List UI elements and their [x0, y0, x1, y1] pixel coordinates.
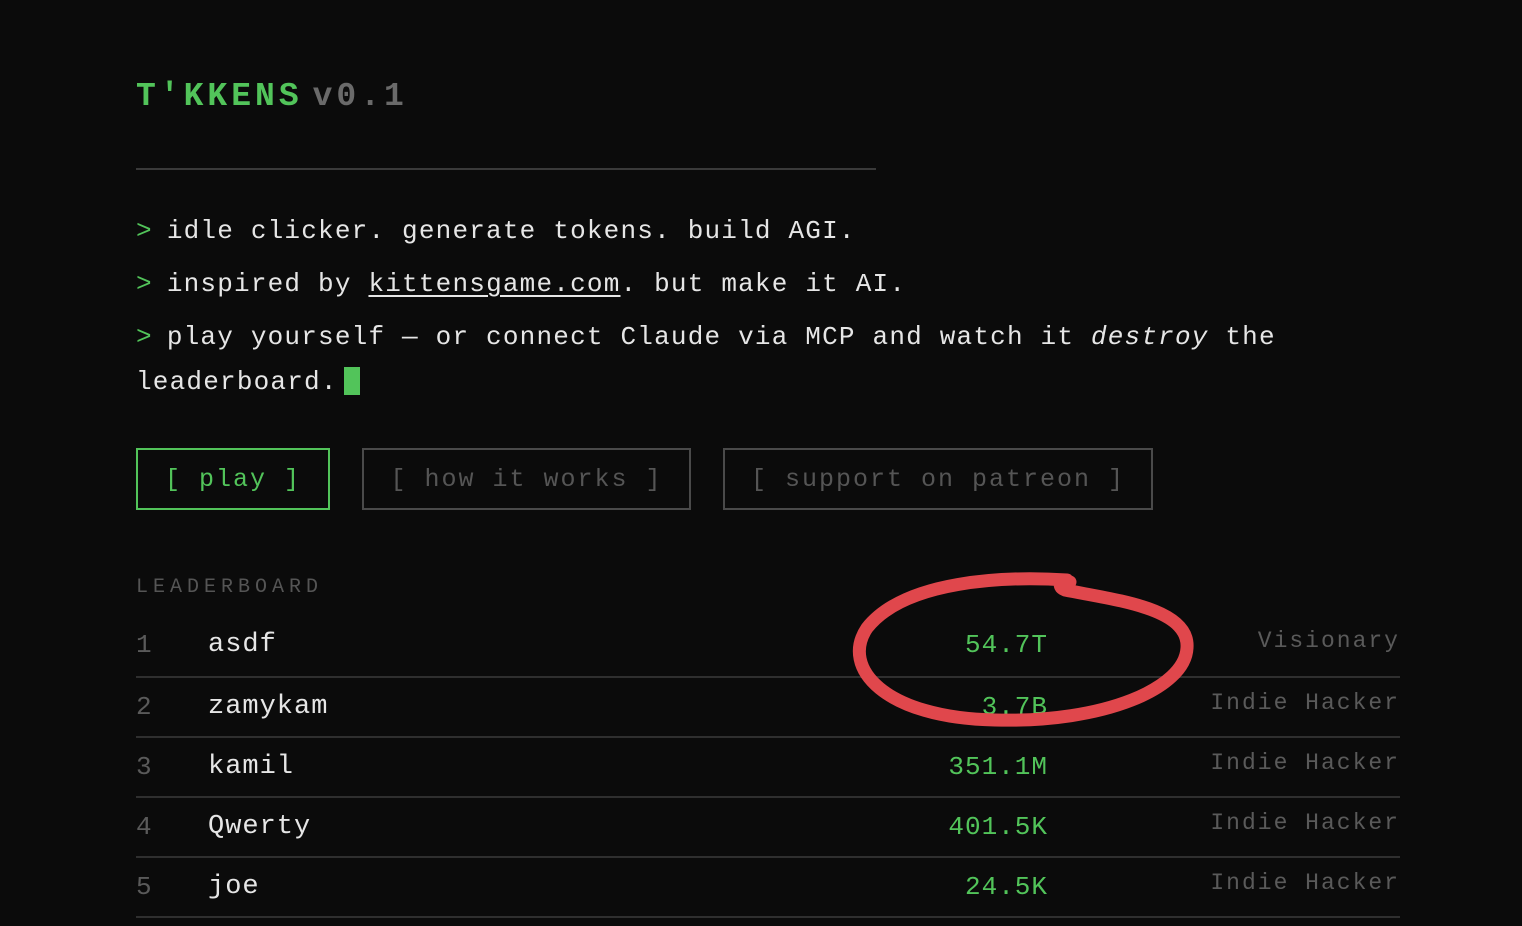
- kittensgame-link[interactable]: kittensgame.com: [368, 269, 620, 299]
- prompt-glyph: >: [136, 269, 153, 299]
- row-rank: 3: [136, 752, 152, 782]
- row-rank-title: Visionary: [1257, 628, 1400, 654]
- row-player-name: kamil: [208, 752, 295, 782]
- leaderboard-row: 2 zamykam 3.7B Indie Hacker: [136, 678, 1400, 738]
- row-rank: 2: [136, 692, 152, 722]
- intro-line-3-pre: play yourself — or connect Claude via MC…: [166, 322, 1091, 352]
- row-score: 54.7T: [964, 630, 1048, 660]
- leaderboard-row: 1 asdf 54.7T Visionary: [136, 616, 1400, 678]
- play-button[interactable]: [ play ]: [136, 448, 330, 510]
- row-rank-title: Indie Hacker: [1210, 750, 1400, 776]
- row-rank: 4: [136, 812, 152, 842]
- leaderboard-heading: LEADERBOARD: [136, 576, 324, 599]
- intro-line-4-text: leaderboard.: [136, 367, 338, 397]
- row-rank: 1: [136, 630, 152, 660]
- support-patreon-button[interactable]: [ support on patreon ]: [723, 448, 1153, 510]
- app-version: v0.1: [312, 78, 408, 115]
- intro-line-3-post: the: [1208, 322, 1276, 352]
- intro-line-1-text: idle clicker. generate tokens. build AGI…: [166, 216, 856, 246]
- leaderboard-table: 1 asdf 54.7T Visionary 2 zamykam 3.7B In…: [136, 616, 1400, 918]
- intro-line-2-post: . but make it AI.: [620, 269, 907, 299]
- how-it-works-button[interactable]: [ how it works ]: [362, 448, 691, 510]
- row-score: 401.5K: [948, 812, 1048, 842]
- row-rank-title: Indie Hacker: [1210, 870, 1400, 896]
- intro-line-3: > play yourself — or connect Claude via M…: [136, 322, 1276, 352]
- row-score: 351.1M: [948, 752, 1048, 782]
- prompt-glyph: >: [136, 322, 153, 352]
- intro-line-1: > idle clicker. generate tokens. build AG…: [136, 216, 856, 246]
- row-player-name: joe: [208, 872, 260, 902]
- intro-line-2-pre: inspired by: [166, 269, 369, 299]
- divider: [136, 168, 876, 170]
- app-name: T'KKENS: [136, 78, 303, 115]
- row-rank: 5: [136, 872, 152, 902]
- leaderboard-row: 4 Qwerty 401.5K Indie Hacker: [136, 798, 1400, 858]
- intro-line-4: leaderboard.: [136, 367, 360, 397]
- row-player-name: asdf: [208, 630, 277, 660]
- intro-line-2: > inspired by kittensgame.com. but make i…: [136, 269, 906, 299]
- row-score: 3.7B: [981, 692, 1048, 722]
- row-player-name: Qwerty: [208, 812, 312, 842]
- intro-line-3-emphasis: destroy: [1090, 322, 1209, 352]
- row-player-name: zamykam: [208, 692, 329, 722]
- row-score: 24.5K: [964, 872, 1048, 902]
- leaderboard-row: 5 joe 24.5K Indie Hacker: [136, 858, 1400, 918]
- prompt-glyph: >: [136, 216, 153, 246]
- app-title: T'KKENS v0.1: [136, 78, 408, 115]
- row-rank-title: Indie Hacker: [1210, 810, 1400, 836]
- blinking-cursor: [343, 367, 360, 395]
- row-rank-title: Indie Hacker: [1210, 690, 1400, 716]
- leaderboard-row: 3 kamil 351.1M Indie Hacker: [136, 738, 1400, 798]
